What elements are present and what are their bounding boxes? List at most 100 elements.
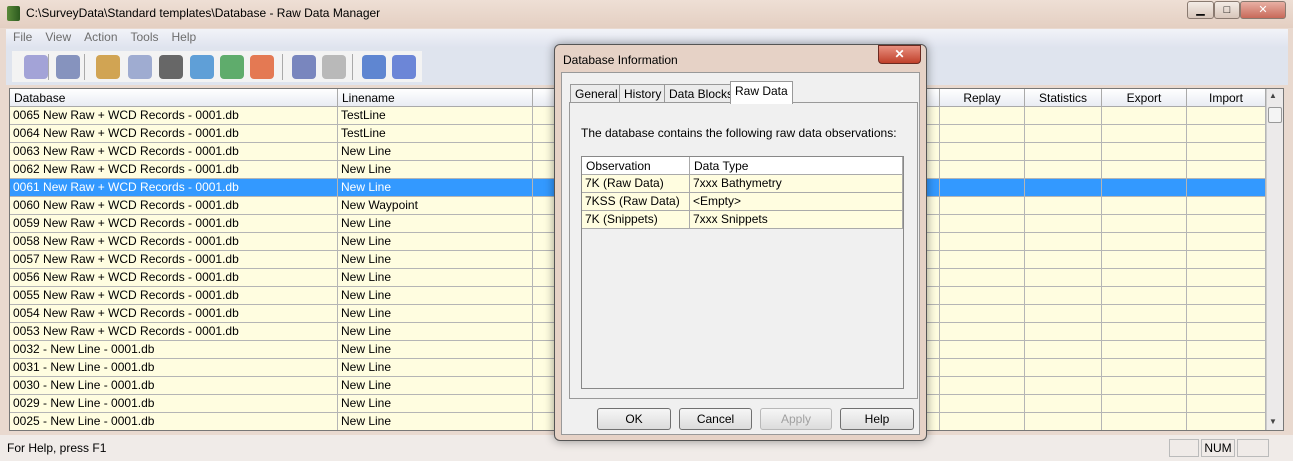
table-cell bbox=[1102, 197, 1187, 215]
user-icon[interactable] bbox=[96, 55, 120, 79]
apply-button[interactable]: Apply bbox=[760, 408, 832, 430]
new-database-icon[interactable] bbox=[24, 55, 48, 79]
database-info-icon[interactable] bbox=[292, 55, 316, 79]
table-cell bbox=[940, 251, 1025, 269]
table-cell: New Line bbox=[338, 359, 533, 377]
column-header[interactable]: Statistics bbox=[1025, 89, 1102, 107]
column-header[interactable]: Export bbox=[1102, 89, 1187, 107]
table-cell: New Line bbox=[338, 179, 533, 197]
scroll-up-icon[interactable]: ▲ bbox=[1269, 91, 1277, 100]
waterfall-icon[interactable] bbox=[159, 55, 183, 79]
table-cell bbox=[1025, 161, 1102, 179]
table-cell bbox=[1025, 305, 1102, 323]
menu-tools[interactable]: Tools bbox=[124, 29, 165, 44]
print-icon[interactable] bbox=[322, 55, 346, 79]
status-pane-num: NUM bbox=[1201, 439, 1235, 457]
database-information-dialog: Database Information ✕ General History D… bbox=[554, 44, 927, 441]
data-type-cell: 7xxx Snippets bbox=[690, 211, 903, 229]
table-cell bbox=[1187, 359, 1266, 377]
table-cell bbox=[940, 341, 1025, 359]
observations-list[interactable]: Observation Data Type 7K (Raw Data) 7xxx … bbox=[581, 156, 904, 389]
table-cell bbox=[940, 197, 1025, 215]
table-cell: New Line bbox=[338, 323, 533, 341]
close-button[interactable]: ✕ bbox=[1240, 1, 1286, 19]
table-cell bbox=[940, 323, 1025, 341]
export-icon[interactable] bbox=[250, 55, 274, 79]
table-cell: 0063 New Raw + WCD Records - 0001.db bbox=[10, 143, 338, 161]
open-database-icon[interactable] bbox=[56, 55, 80, 79]
table-cell bbox=[1187, 107, 1266, 125]
toolbar-separator bbox=[84, 54, 85, 80]
table-cell: 0059 New Raw + WCD Records - 0001.db bbox=[10, 215, 338, 233]
table-cell bbox=[1187, 161, 1266, 179]
table-cell: New Line bbox=[338, 377, 533, 395]
table-cell: 0065 New Raw + WCD Records - 0001.db bbox=[10, 107, 338, 125]
tab-general[interactable]: General bbox=[570, 84, 623, 103]
vertical-scrollbar[interactable]: ▲ ▼ bbox=[1266, 89, 1283, 430]
table-cell bbox=[1102, 215, 1187, 233]
column-header-observation[interactable]: Observation bbox=[582, 157, 690, 175]
tab-history[interactable]: History bbox=[619, 84, 667, 103]
column-header[interactable]: Import bbox=[1187, 89, 1266, 107]
table-cell: 0053 New Raw + WCD Records - 0001.db bbox=[10, 323, 338, 341]
help-pointer-icon[interactable] bbox=[392, 55, 416, 79]
toolbar-separator bbox=[48, 54, 49, 80]
observation-row[interactable]: 7K (Snippets) 7xxx Snippets bbox=[582, 211, 903, 229]
table-cell bbox=[1102, 413, 1187, 430]
table-cell: 0060 New Raw + WCD Records - 0001.db bbox=[10, 197, 338, 215]
column-header[interactable]: Replay bbox=[940, 89, 1025, 107]
table-cell bbox=[940, 305, 1025, 323]
menu-help[interactable]: Help bbox=[165, 29, 203, 44]
table-cell bbox=[1187, 305, 1266, 323]
column-header-data-type[interactable]: Data Type bbox=[690, 157, 903, 175]
table-cell bbox=[1102, 305, 1187, 323]
table-cell bbox=[1187, 197, 1266, 215]
table-cell bbox=[1025, 377, 1102, 395]
title-bar: C:\SurveyData\Standard templates\Databas… bbox=[0, 0, 1293, 28]
observation-row[interactable]: 7K (Raw Data) 7xxx Bathymetry bbox=[582, 175, 903, 193]
maximize-button[interactable]: □ bbox=[1214, 1, 1240, 19]
tab-data-blocks[interactable]: Data Blocks bbox=[664, 84, 739, 103]
table-cell bbox=[1102, 161, 1187, 179]
scroll-down-icon[interactable]: ▼ bbox=[1269, 417, 1277, 426]
table-cell bbox=[940, 269, 1025, 287]
layers-icon[interactable] bbox=[190, 55, 214, 79]
table-cell bbox=[1102, 323, 1187, 341]
table-cell bbox=[1187, 287, 1266, 305]
table-cell bbox=[940, 125, 1025, 143]
menu-action[interactable]: Action bbox=[77, 29, 123, 44]
ok-button[interactable]: OK bbox=[597, 408, 671, 430]
toolbar-buttons bbox=[12, 51, 422, 82]
observation-cell: 7K (Snippets) bbox=[582, 211, 690, 229]
table-cell bbox=[1025, 269, 1102, 287]
table-cell: New Waypoint bbox=[338, 197, 533, 215]
table-cell bbox=[1025, 341, 1102, 359]
table-cell bbox=[1187, 377, 1266, 395]
table-cell bbox=[1187, 125, 1266, 143]
table-cell: New Line bbox=[338, 305, 533, 323]
table-cell: 0031 - New Line - 0001.db bbox=[10, 359, 338, 377]
tab-raw-data[interactable]: Raw Data bbox=[730, 81, 793, 104]
app-icon bbox=[7, 6, 20, 21]
table-cell: 0025 - New Line - 0001.db bbox=[10, 413, 338, 430]
table-cell: 0054 New Raw + WCD Records - 0001.db bbox=[10, 305, 338, 323]
table-cell bbox=[940, 233, 1025, 251]
table-cell bbox=[1102, 269, 1187, 287]
dialog-close-button[interactable]: ✕ bbox=[878, 45, 921, 64]
chart-icon[interactable] bbox=[220, 55, 244, 79]
menu-view[interactable]: View bbox=[38, 29, 77, 44]
toolbar-separator bbox=[282, 54, 283, 80]
table-cell bbox=[1025, 413, 1102, 430]
cancel-button[interactable]: Cancel bbox=[679, 408, 752, 430]
inspect-icon[interactable] bbox=[128, 55, 152, 79]
data-type-cell: <Empty> bbox=[690, 193, 903, 211]
column-header[interactable]: Database bbox=[10, 89, 338, 107]
column-header[interactable]: Linename bbox=[338, 89, 533, 107]
checklist-icon[interactable] bbox=[362, 55, 386, 79]
minimize-button[interactable]: ▁ bbox=[1187, 1, 1214, 19]
scroll-thumb[interactable] bbox=[1268, 107, 1282, 123]
menu-file[interactable]: File bbox=[6, 29, 38, 44]
observation-row[interactable]: 7KSS (Raw Data) <Empty> bbox=[582, 193, 903, 211]
help-button[interactable]: Help bbox=[840, 408, 914, 430]
table-cell: New Line bbox=[338, 269, 533, 287]
